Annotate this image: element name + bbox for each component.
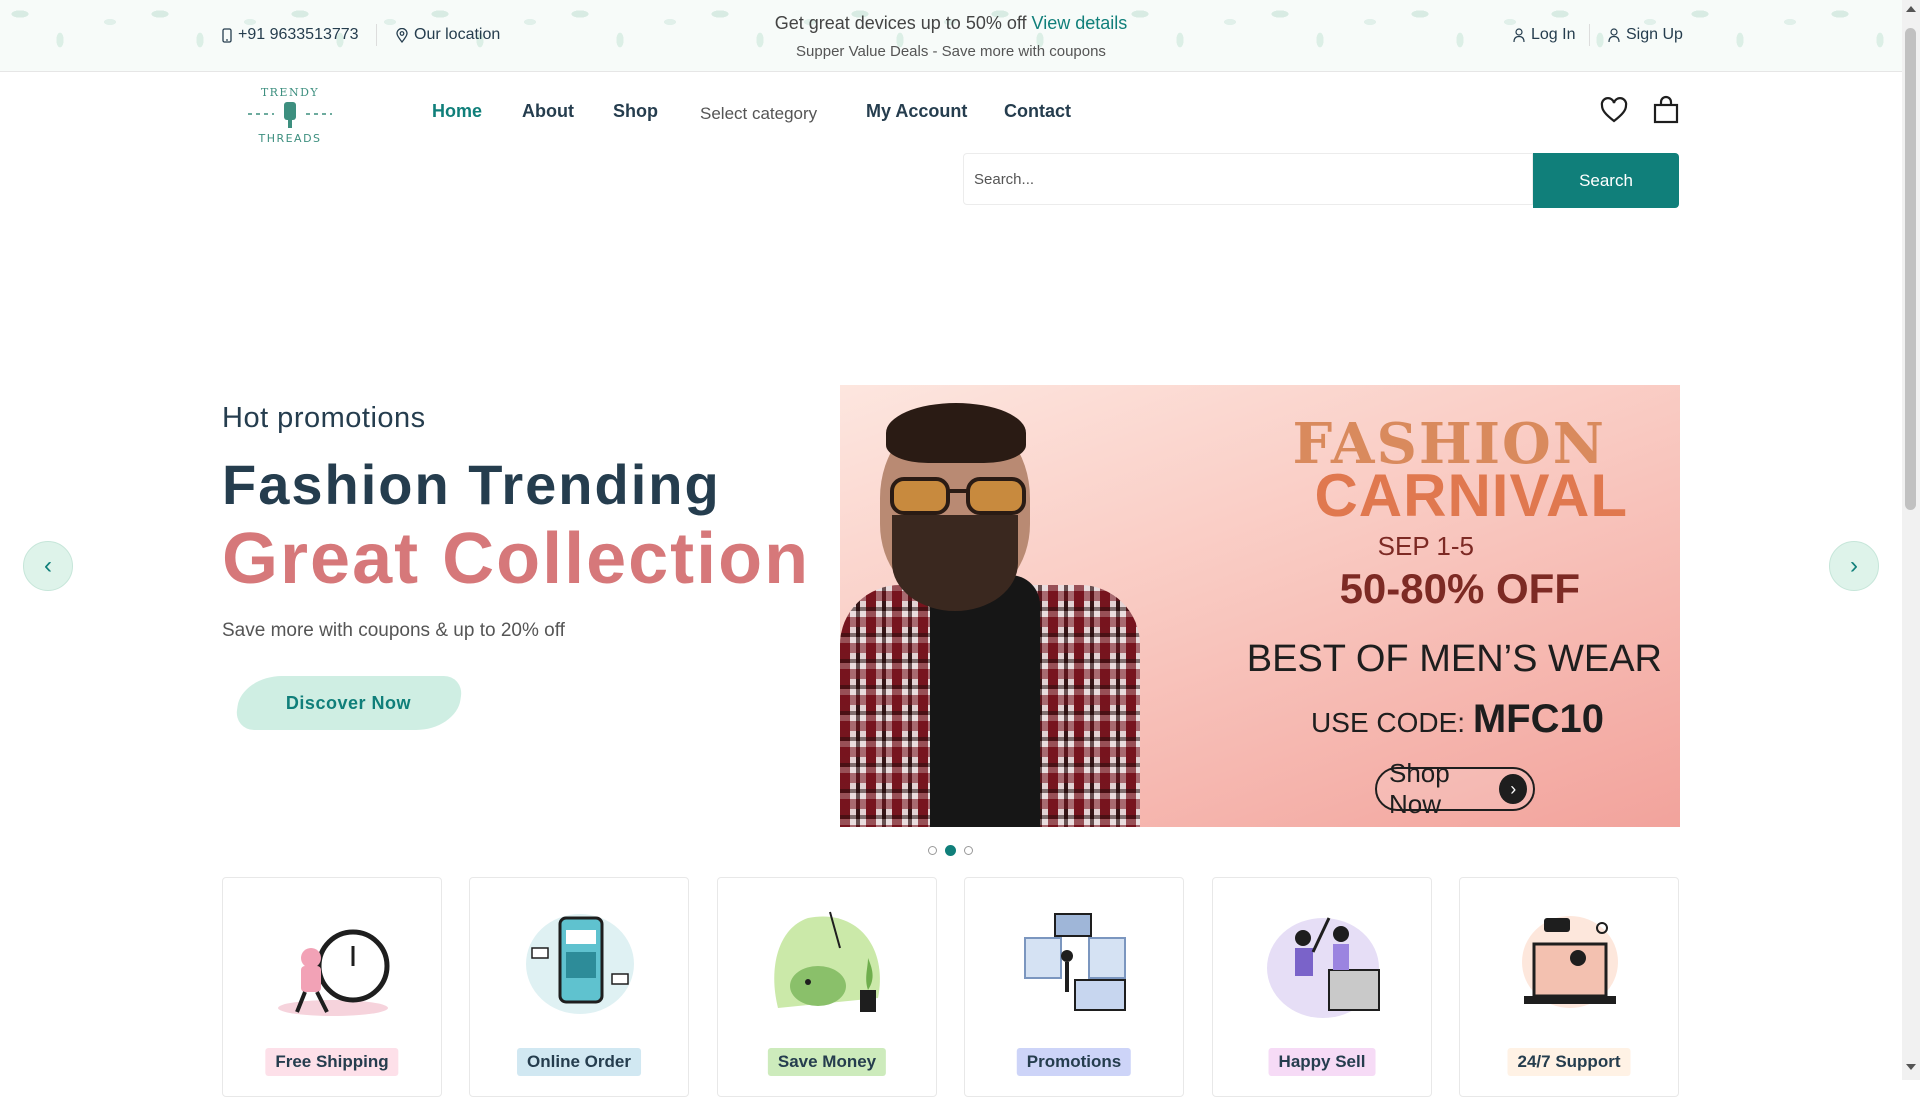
scrollbar-thumb[interactable]	[1905, 28, 1916, 510]
shop-now-label: Shop Now	[1389, 758, 1450, 819]
search-input[interactable]	[963, 153, 1533, 205]
banner-carnival-text: CARNIVAL	[1314, 462, 1628, 529]
hero-title-line2: Great Collection	[222, 519, 811, 599]
feature-label: Save Money	[767, 1048, 887, 1076]
feature-card-online-order[interactable]: Online Order	[469, 877, 689, 1097]
piggy-bank-icon	[774, 911, 880, 1012]
delivery-clock-icon	[278, 929, 390, 1016]
banner-model-hair	[886, 403, 1026, 463]
feature-label: Free Shipping	[265, 1048, 399, 1076]
feature-label: 24/7 Support	[1507, 1048, 1631, 1076]
hero-description: Save more with coupons & up to 20% off	[222, 620, 565, 641]
feature-card-free-shipping[interactable]: Free Shipping	[222, 877, 442, 1097]
promo-subline: Supper Value Deals - Save more with coup…	[796, 43, 1106, 60]
banner-shop-now-button[interactable]: Shop Now ›	[1375, 758, 1535, 819]
promotions-gift-icon	[1024, 913, 1126, 1011]
feature-label: Happy Sell	[1268, 1048, 1376, 1076]
cart-bag-icon[interactable]	[1651, 95, 1681, 125]
chevron-right-icon: ›	[1850, 552, 1858, 579]
feature-card-promotions[interactable]: Promotions	[964, 877, 1184, 1097]
user-icon	[1608, 27, 1620, 42]
scroll-up-arrow-icon[interactable]	[1906, 6, 1916, 12]
site-logo[interactable]: TRENDY THREADS	[244, 80, 336, 146]
slider-dot-3[interactable]	[964, 846, 973, 855]
nav-home[interactable]: Home	[432, 101, 482, 122]
divider	[1589, 24, 1590, 46]
coupon-code-value: MFC10	[1472, 697, 1604, 741]
support-laptop-icon	[1522, 916, 1618, 1008]
nav-about[interactable]: About	[522, 101, 574, 122]
coupon-code-label: USE CODE:	[1311, 707, 1466, 738]
category-select[interactable]: Select category	[700, 104, 817, 124]
discover-now-button[interactable]: Discover Now	[234, 676, 464, 730]
slider-next-button[interactable]: ›	[1829, 541, 1879, 591]
discover-now-label: Discover Now	[286, 692, 412, 713]
banner-model-beard	[892, 515, 1018, 611]
chevron-right-icon: ›	[1499, 774, 1527, 804]
chevron-left-icon: ‹	[44, 552, 52, 579]
feature-label: Online Order	[517, 1048, 641, 1076]
feature-card-happy-sell[interactable]: Happy Sell	[1212, 877, 1432, 1097]
hero-subtitle: Hot promotions	[222, 402, 426, 434]
signup-link[interactable]: Sign Up	[1608, 26, 1683, 44]
logo-bottom-text: THREADS	[257, 132, 321, 145]
login-link[interactable]: Log In	[1513, 26, 1575, 44]
promo-text: Get great devices up to 50% off	[774, 13, 1027, 33]
slider-dot-1[interactable]	[928, 846, 937, 855]
hero-title-line1: Fashion Trending	[222, 453, 721, 516]
nav-shop[interactable]: Shop	[613, 101, 658, 122]
feature-card-save-money[interactable]: Save Money	[717, 877, 937, 1097]
banner-model-turtleneck	[930, 575, 1040, 827]
feature-card-support[interactable]: 24/7 Support	[1459, 877, 1679, 1097]
banner-discount: 50-80% OFF	[1339, 565, 1580, 612]
high-five-people-icon	[1267, 917, 1380, 1018]
banner-dates: SEP 1-5	[1377, 531, 1474, 561]
mobile-payment-icon	[526, 914, 634, 1014]
slider-dot-2[interactable]	[945, 845, 956, 856]
signup-label: Sign Up	[1626, 26, 1683, 43]
scroll-down-arrow-icon[interactable]	[1906, 1064, 1916, 1070]
wishlist-heart-icon[interactable]	[1599, 95, 1629, 125]
login-label: Log In	[1531, 26, 1576, 43]
banner-coupon-code: USE CODE: MFC10	[1311, 697, 1604, 742]
search-button[interactable]: Search	[1533, 153, 1679, 208]
top-bar: +91 9633513773 Our location Get great de…	[0, 0, 1902, 72]
user-icon	[1513, 27, 1525, 42]
nav-contact[interactable]: Contact	[1004, 101, 1071, 122]
feature-label: Promotions	[1016, 1048, 1132, 1076]
promo-banner[interactable]: FASHION CARNIVAL SEP 1-5 50-80% OFF BEST…	[840, 385, 1680, 827]
logo-top-text: TRENDY	[261, 86, 319, 99]
view-details-link[interactable]: View details	[1032, 13, 1128, 33]
banner-headline: BEST OF MEN’S WEAR	[1246, 638, 1662, 680]
page-scrollbar[interactable]	[1902, 0, 1920, 1080]
nav-my-account[interactable]: My Account	[866, 101, 967, 122]
sunglasses-icon	[890, 477, 1026, 515]
slider-prev-button[interactable]: ‹	[23, 541, 73, 591]
